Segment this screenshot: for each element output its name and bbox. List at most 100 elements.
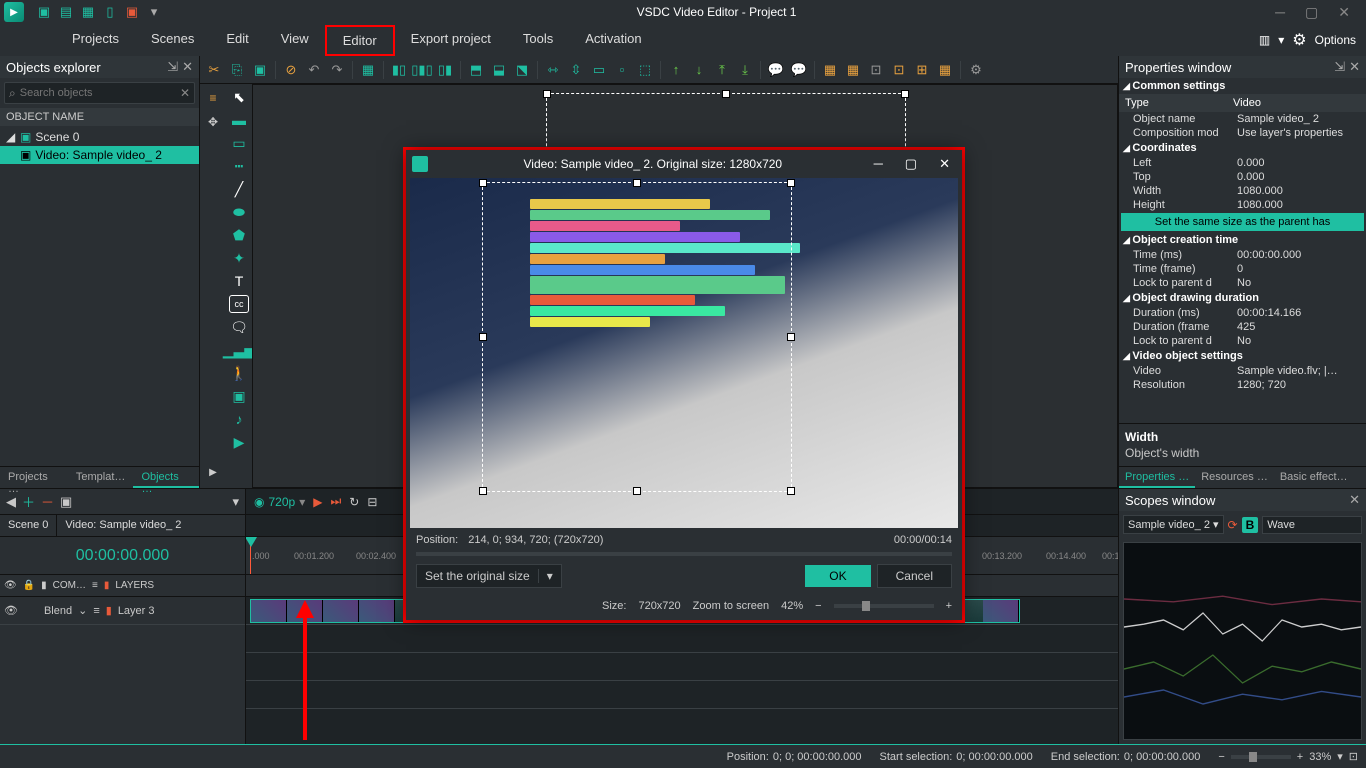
dash-icon[interactable]: ┅	[229, 157, 249, 175]
same-size-button[interactable]: Set the same size as the parent has	[1121, 213, 1364, 231]
scopes-source[interactable]: Sample video_ 2 ▾	[1123, 515, 1224, 534]
prop-row[interactable]: Duration (frame425	[1119, 320, 1366, 334]
prop-row[interactable]: Time (frame)0	[1119, 262, 1366, 276]
tl-tab-video[interactable]: Video: Sample video_ 2	[56, 515, 189, 536]
blob-icon[interactable]: ⬟	[229, 226, 249, 244]
person-icon[interactable]: 🚶	[229, 364, 249, 382]
prop-row[interactable]: Composition modUse layer's properties	[1119, 126, 1366, 140]
dlg-zoom-label[interactable]: Zoom to screen	[693, 600, 769, 612]
gear-icon[interactable]	[1292, 30, 1306, 50]
track-row[interactable]	[246, 653, 1118, 681]
expand-icon[interactable]: ◢	[6, 130, 16, 144]
text-icon[interactable]: T	[229, 272, 249, 290]
grid6-icon[interactable]: ▦	[935, 60, 955, 80]
dist-v-icon[interactable]: ⇳	[566, 60, 586, 80]
dlg-zoom-in-icon[interactable]: +	[946, 600, 952, 612]
panel-close-icon[interactable]: ✕	[1349, 492, 1360, 508]
grid3-icon[interactable]: ⊡	[866, 60, 886, 80]
zoom-dropdown-icon[interactable]: ▾	[1337, 750, 1343, 763]
select-all-icon[interactable]: ▦	[358, 60, 378, 80]
move-icon[interactable]: ✥	[203, 112, 223, 132]
prop-row[interactable]: Left0.000	[1119, 156, 1366, 170]
grid1-icon[interactable]: ▦	[820, 60, 840, 80]
timeline-layer[interactable]: 👁 Blend ⌄ ≡ ▮ Layer 3	[0, 597, 245, 625]
dist-h-icon[interactable]: ⇿	[543, 60, 563, 80]
layer-color-icon[interactable]: ▮	[106, 604, 112, 617]
layer-mode[interactable]: Blend	[44, 605, 72, 617]
dlg-zoom-out-icon[interactable]: −	[815, 600, 821, 612]
crop-icon[interactable]: ⬚	[635, 60, 655, 80]
zoom-slider[interactable]	[1231, 755, 1291, 759]
scopes-b-icon[interactable]: B	[1242, 517, 1259, 533]
chat2-icon[interactable]: 💬	[789, 60, 809, 80]
tl-prev-icon[interactable]: ◀	[6, 494, 16, 510]
top-icon[interactable]: ⤒	[712, 60, 732, 80]
menu-view[interactable]: View	[265, 25, 325, 56]
tree-scene[interactable]: ◢ ▣ Scene 0	[6, 128, 193, 146]
menu-editor[interactable]: Editor	[325, 25, 395, 56]
menu-icon[interactable]: ≡	[92, 580, 98, 591]
menu-tools[interactable]: Tools	[507, 25, 569, 56]
set-original-dropdown[interactable]: Set the original size ▾	[416, 564, 562, 588]
tree-video[interactable]: ▣ Video: Sample video_ 2	[0, 146, 199, 164]
tl-step-icon[interactable]: ⏭	[330, 494, 341, 509]
qat-mobile-icon[interactable]: ▯	[102, 4, 118, 20]
quality-selector[interactable]: 720p ▾	[254, 495, 305, 509]
pointer-icon[interactable]: ⬉	[229, 88, 249, 106]
zoom-in-icon[interactable]: +	[1297, 751, 1303, 763]
pin-icon[interactable]: ⇲	[167, 59, 178, 75]
search-clear-icon[interactable]: ✕	[180, 86, 190, 100]
dialog-preview[interactable]	[410, 178, 958, 528]
track-row[interactable]	[246, 625, 1118, 653]
chat1-icon[interactable]: 💬	[766, 60, 786, 80]
search-box[interactable]: ⌕ ✕	[4, 82, 195, 104]
cancel-button[interactable]: Cancel	[877, 564, 952, 588]
pin-icon[interactable]: ⇲	[1334, 59, 1345, 75]
menu-scenes[interactable]: Scenes	[135, 25, 210, 56]
align-l-icon[interactable]: ▮▯	[389, 60, 409, 80]
layer-name[interactable]: Layer 3	[118, 605, 155, 617]
paste-icon[interactable]: ▣	[250, 60, 270, 80]
tl-play-icon[interactable]: ▶	[313, 495, 322, 509]
prop-row[interactable]: Top0.000	[1119, 170, 1366, 184]
tab-properties[interactable]: Properties …	[1119, 467, 1195, 488]
crop-region[interactable]	[482, 182, 792, 492]
tab-resources[interactable]: Resources …	[1195, 467, 1274, 488]
expand-arrow-icon[interactable]: ▶	[203, 462, 223, 482]
layer-menu-icon[interactable]: ≡	[93, 605, 99, 617]
tab-templates[interactable]: Templat…	[68, 467, 134, 488]
hrect-icon[interactable]: ▭	[229, 134, 249, 152]
tl-del-icon[interactable]: －	[41, 492, 54, 511]
redo-icon[interactable]: ↷	[327, 60, 347, 80]
tl-arrdn-icon[interactable]: ▾	[232, 494, 239, 510]
menu-projects[interactable]: Projects	[56, 25, 135, 56]
align-c-icon[interactable]: ▯▮▯	[412, 60, 432, 80]
zoom-fit-icon[interactable]: ⊡	[1349, 750, 1358, 763]
tl-add-icon[interactable]: ＋	[22, 492, 35, 511]
playhead[interactable]	[250, 537, 251, 574]
star-icon[interactable]: ✦	[229, 249, 249, 267]
align-r-icon[interactable]: ▯▮	[435, 60, 455, 80]
prop-row[interactable]: Object nameSample video_ 2	[1119, 112, 1366, 126]
track-row[interactable]	[246, 681, 1118, 709]
prop-row[interactable]: Height1080.000	[1119, 198, 1366, 212]
prop-row[interactable]: Resolution1280; 720	[1119, 378, 1366, 392]
section-creation[interactable]: Object creation time	[1119, 232, 1366, 248]
section-common[interactable]: Common settings	[1119, 78, 1366, 94]
fit-icon[interactable]: ▫	[612, 60, 632, 80]
section-drawdur[interactable]: Object drawing duration	[1119, 290, 1366, 306]
grid2-icon[interactable]: ▦	[843, 60, 863, 80]
bars-icon[interactable]: ▮	[104, 580, 110, 591]
tl-dup-icon[interactable]: ▣	[60, 494, 72, 510]
tl-loop-icon[interactable]: ↻	[349, 495, 359, 509]
panel-close-icon[interactable]: ✕	[182, 59, 193, 75]
qat-more-icon[interactable]: ▾	[146, 4, 162, 20]
prop-row[interactable]: Lock to parent dNo	[1119, 276, 1366, 290]
prop-row[interactable]: VideoSample video.flv; |…	[1119, 364, 1366, 378]
search-input[interactable]	[20, 87, 180, 99]
layer-vol-icon[interactable]: ⌄	[78, 604, 87, 617]
prop-row[interactable]: Lock to parent dNo	[1119, 334, 1366, 348]
chart-icon[interactable]: ▁▃▅	[229, 341, 249, 359]
section-coords[interactable]: Coordinates	[1119, 140, 1366, 156]
scopes-refresh-icon[interactable]: ⟳	[1228, 518, 1238, 532]
